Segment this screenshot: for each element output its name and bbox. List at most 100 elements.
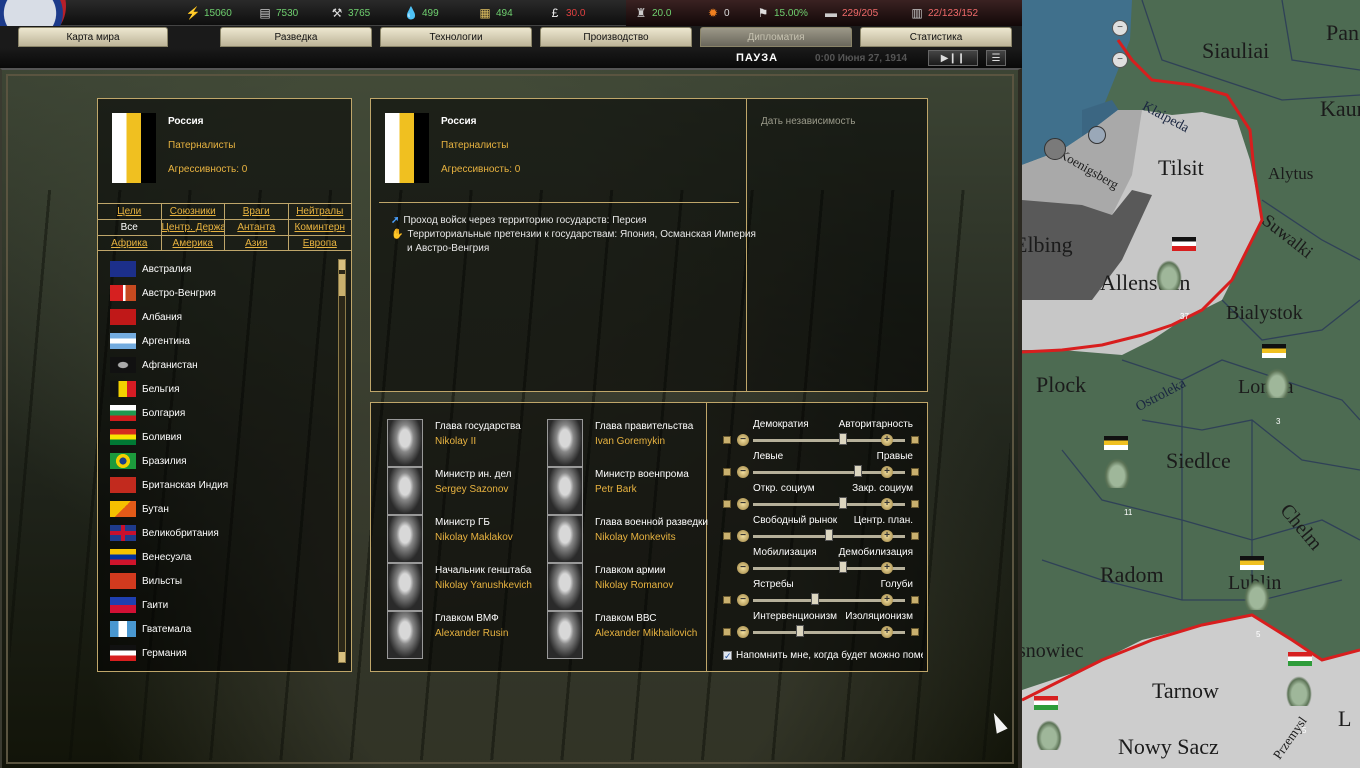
list-item[interactable]: Гаити [110,593,330,617]
filter-europe[interactable]: Европа [289,236,352,250]
slider-knob[interactable] [796,625,804,637]
policy-slider-open-society[interactable]: Откр. социум Закр. социум − + [723,483,919,515]
filter-africa[interactable]: Африка [98,236,162,250]
filter-central-powers[interactable]: Центр. Держав [162,220,225,235]
list-item[interactable]: Германия [110,641,330,665]
tab-world-map[interactable]: Карта мира [18,27,168,47]
list-item[interactable]: Бельгия [110,377,330,401]
list-item[interactable]: Гватемала [110,617,330,641]
policy-slider-democratic[interactable]: Демократия Авторитарность − + [723,419,919,451]
minister-foreign-affairs[interactable]: Министр ин. дел Sergey Sazonov [387,467,547,515]
world-map[interactable]: Siauliai Pan Kaun Klaipeda Tilsit Koenig… [1022,0,1360,768]
plus-icon[interactable]: + [881,498,893,510]
list-item[interactable]: Боливия [110,425,330,449]
minus-icon[interactable]: − [737,498,749,510]
list-item[interactable]: Австралия [110,257,330,281]
minister-chief-of-air[interactable]: Главком ВВС Alexander Mikhailovich [547,611,707,659]
tab-technology[interactable]: Технологии [380,27,532,47]
minus-icon[interactable]: − [737,562,749,574]
grant-independence-button[interactable]: Дать независимость [761,116,855,127]
army-unit-icon[interactable] [1036,720,1062,750]
minus-icon[interactable]: − [737,434,749,446]
list-item[interactable]: Бутан [110,497,330,521]
zoom-out-icon[interactable]: − [1112,20,1128,36]
play-pause-button[interactable]: ▶❙❙ [928,50,978,66]
list-item[interactable]: Албания [110,305,330,329]
policy-slider-political-left[interactable]: Левые Правые − + [723,451,919,483]
army-unit-icon[interactable] [1104,458,1130,488]
slider-knob[interactable] [854,465,862,477]
tab-intelligence[interactable]: Разведка [220,27,372,47]
minister-head-of-government[interactable]: Глава правительства Ivan Goremykin [547,419,707,467]
minister-chief-of-navy[interactable]: Главком ВМФ Alexander Rusin [387,611,547,659]
policy-slider-free-market[interactable]: Свободный рынок Центр. план. − + [723,515,919,547]
list-item[interactable]: Великобритания [110,521,330,545]
plus-icon[interactable]: + [881,530,893,542]
country-list-scrollbar[interactable] [338,259,346,663]
list-item[interactable]: Австро-Венгрия [110,281,330,305]
manpower-resource[interactable]: ♜ 20.0 [634,6,672,20]
filter-goals[interactable]: Цели [98,204,162,219]
filter-comintern[interactable]: Коминтерн [289,220,352,235]
rare-materials-resource[interactable]: ⚒ 3765 [330,6,371,20]
metal-resource[interactable]: ▤ 7530 [258,6,298,20]
army-unit-icon[interactable] [1244,580,1270,610]
filter-asia[interactable]: Азия [225,236,289,250]
money-resource[interactable]: £30.0 [548,6,586,20]
list-item[interactable]: Венесуэла [110,545,330,569]
oil-resource[interactable]: 💧 499 [404,6,439,20]
list-item[interactable]: Болгария [110,401,330,425]
filter-enemies[interactable]: Враги [225,204,289,219]
plus-icon[interactable]: + [881,434,893,446]
supplies-resource[interactable]: ▦ 494 [478,6,512,20]
policy-slider-mobilization[interactable]: Мобилизация Демобилизация − + [723,547,913,579]
list-item[interactable]: Вильсты [110,569,330,593]
army-unit-icon[interactable] [1286,676,1312,706]
plus-icon[interactable]: + [881,562,893,574]
filter-entente[interactable]: Антанта [225,220,289,235]
naval-unit-icon[interactable] [1044,138,1066,160]
energy-resource[interactable]: ⚡ 15060 [186,6,232,20]
scroll-up-icon[interactable] [339,260,345,270]
minister-head-of-state[interactable]: Глава государства Nikolay II [387,419,547,467]
scroll-thumb[interactable] [339,274,345,296]
minus-icon[interactable]: − [737,626,749,638]
list-item[interactable]: Бразилия [110,449,330,473]
minus-icon[interactable]: − [737,594,749,606]
tab-production[interactable]: Производство [540,27,692,47]
nukes-resource[interactable]: ✹ 0 [706,6,730,20]
minus-icon[interactable]: − [737,530,749,542]
army-unit-icon[interactable] [1156,260,1182,290]
minister-chief-of-staff[interactable]: Начальник генштаба Nikolay Yanushkevich [387,563,547,611]
dissent-resource[interactable]: ⚑ 15.00% [756,6,808,20]
slider-knob[interactable] [839,561,847,573]
remind-checkbox[interactable]: ✓ [723,651,732,661]
minister-armament[interactable]: Министр военпрома Petr Bark [547,467,707,515]
plus-icon[interactable]: + [881,594,893,606]
filter-neutrals[interactable]: Нейтралы [289,204,352,219]
transports-resource[interactable]: ▬ 229/205 [824,6,878,20]
slider-knob[interactable] [839,497,847,509]
list-item[interactable]: Британская Индия [110,473,330,497]
list-item[interactable]: Афганистан [110,353,330,377]
filter-all[interactable]: Все [98,220,162,235]
filter-america[interactable]: Америка [162,236,225,250]
plus-icon[interactable]: + [881,626,893,638]
policy-slider-interventionism[interactable]: Интервенционизм Изоляционизм − + [723,611,919,643]
scroll-down-icon[interactable] [339,652,345,662]
slider-knob[interactable] [811,593,819,605]
menu-button[interactable]: ☰ [986,50,1006,66]
minus-icon[interactable]: − [737,466,749,478]
plus-icon[interactable]: + [881,466,893,478]
policy-slider-hawks[interactable]: Ястребы Голуби − + [723,579,919,611]
tab-statistics[interactable]: Статистика [860,27,1012,47]
tab-diplomacy[interactable]: Дипломатия [700,27,852,47]
naval-unit-icon[interactable] [1088,126,1106,144]
list-item[interactable]: Аргентина [110,329,330,353]
minister-intelligence[interactable]: Глава военной разведки Nikolay Monkevits [547,515,708,563]
zoom-out-icon[interactable]: − [1112,52,1128,68]
army-unit-icon[interactable] [1264,368,1290,398]
slider-knob[interactable] [839,433,847,445]
minister-chief-of-army[interactable]: Главком армии Nikolay Romanov [547,563,707,611]
minister-security[interactable]: Министр ГБ Nikolay Maklakov [387,515,547,563]
